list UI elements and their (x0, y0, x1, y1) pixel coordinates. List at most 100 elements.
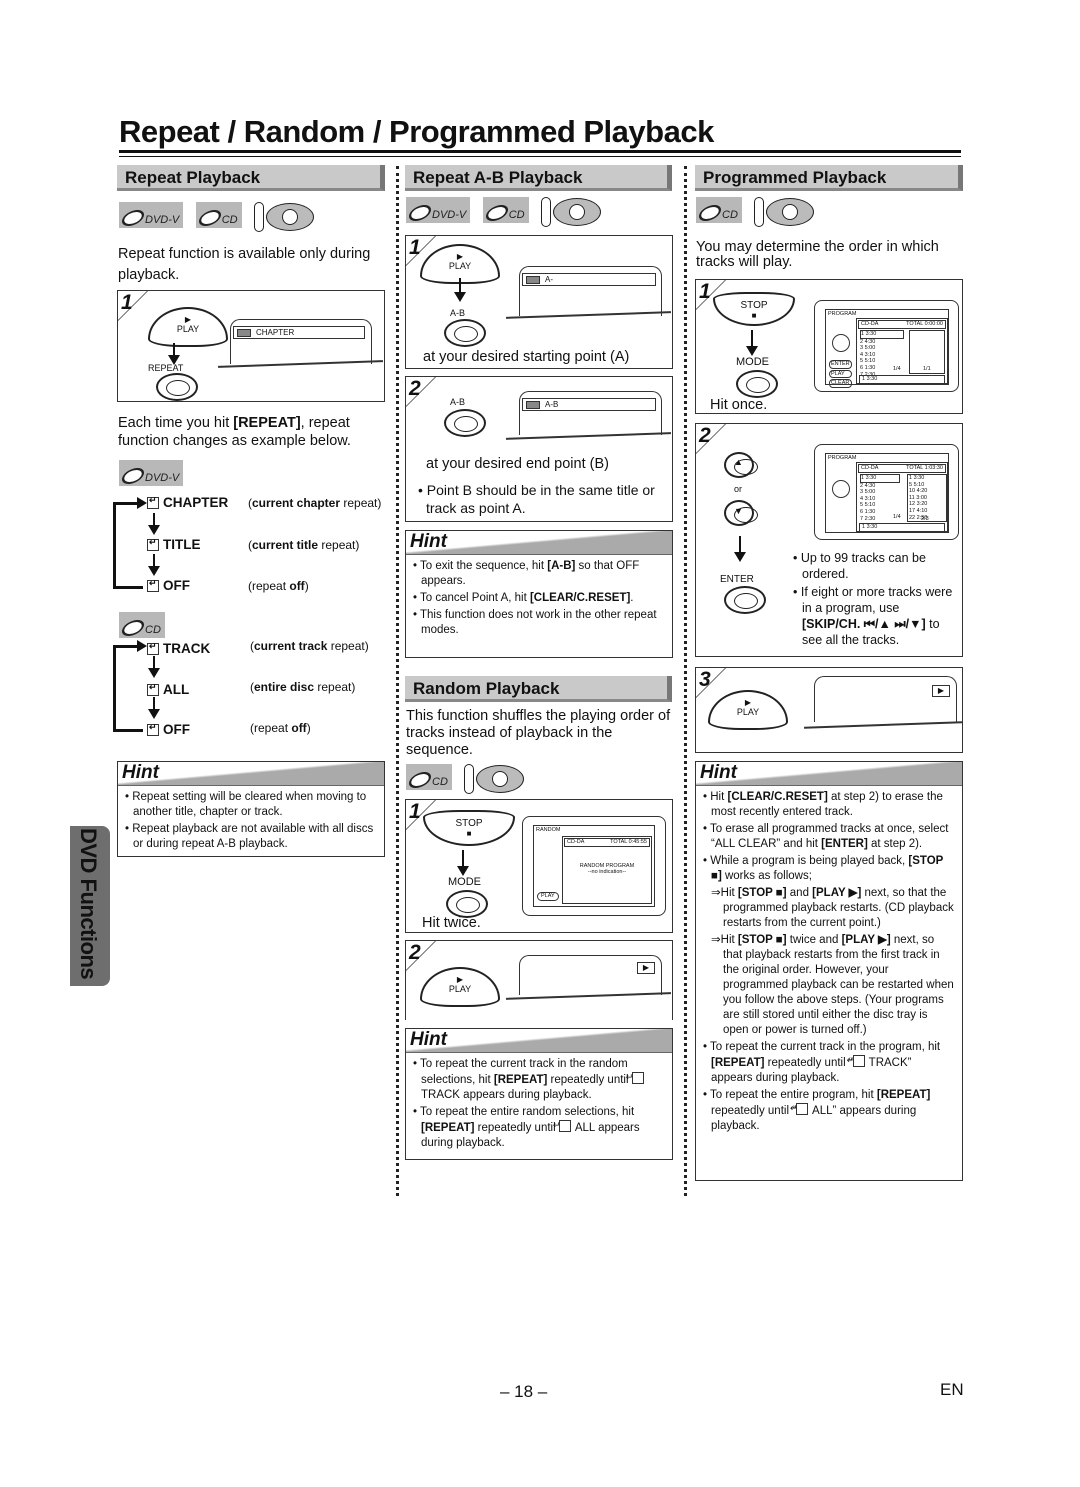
step-caption: Hit once. (710, 397, 768, 413)
step-number: 3 (699, 668, 711, 691)
repeat-explain: Each time you hit [REPEAT], repeat funct… (118, 415, 351, 449)
cycle-item-off: OFF (147, 722, 190, 737)
arrow-right-icon (137, 640, 147, 652)
step-number: 2 (409, 941, 421, 964)
cycle-desc: (repeat off) (248, 579, 309, 593)
play-indicator-icon: ▶ (932, 685, 950, 697)
random-intro: This function shuffles the playing order… (406, 708, 671, 758)
repeat-osd-icon (526, 401, 540, 409)
arrow-down-icon (168, 343, 180, 365)
program-intro: You may determine the order in which tra… (696, 239, 939, 270)
step-caption: at your desired starting point (A) (423, 349, 630, 365)
stop-button[interactable]: STOP ■ (713, 292, 795, 326)
stop-button[interactable]: STOP ■ (423, 810, 515, 846)
mode-button[interactable] (736, 370, 778, 398)
repeat-icon (147, 641, 159, 655)
hint-item: While a program is being played back, [S… (702, 854, 956, 1038)
title-rule (119, 150, 961, 157)
cd-badge: CD (405, 764, 452, 790)
hint-item: Repeat playback are not available with a… (124, 822, 378, 852)
play-button[interactable]: ▶ PLAY (148, 307, 228, 347)
repeat-icon (558, 1120, 571, 1132)
cycle-item-all: ALL (147, 682, 189, 697)
arrow-right-icon (137, 497, 147, 509)
step-caption: at your desired end point (B) (426, 456, 609, 472)
hint-item: To erase all programmed tracks at once, … (702, 822, 956, 852)
cycle-item-track: TRACK (147, 641, 210, 656)
hint-item: To repeat the current track in the progr… (702, 1040, 956, 1086)
program-step-1: 1 STOP ■ MODE Hit once. PROGRAM ENTER PLAY… (666, 279, 963, 414)
remote-icon (754, 197, 815, 227)
tv-screen: ▶ (519, 955, 662, 995)
screen-edge (804, 721, 962, 729)
repeat-osd-icon (237, 329, 251, 337)
repeat-osd-icon (526, 276, 540, 284)
cycle-desc: (current chapter repeat) (248, 496, 382, 510)
cycle-desc: (current title repeat) (248, 538, 360, 552)
disc-badges: CD (405, 764, 525, 794)
cd-badge: CD (195, 202, 242, 228)
repeat-button[interactable] (156, 373, 198, 401)
tv-screen: A-B (519, 391, 662, 435)
hint-subitem: ⇒Hit [STOP ■] twice and [PLAY ▶] next, s… (711, 934, 954, 1036)
disc-icon (195, 210, 225, 226)
tv-screen: RANDOM CD-DA TOTAL 0:45:55 RANDOM PROGRAM… (522, 816, 666, 916)
mode-key-label: MODE (448, 876, 481, 888)
disc-badges: DVD-V CD (405, 197, 602, 227)
disc-badges: CD (695, 197, 815, 227)
step-number: 1 (409, 800, 421, 823)
remote-icon (541, 197, 602, 227)
arrow-down-icon (734, 536, 746, 562)
hint-item: To repeat the entire program, hit [REPEA… (702, 1088, 956, 1134)
arrow-down-icon (148, 697, 160, 719)
step-number: 2 (699, 424, 711, 447)
remote-icon (254, 202, 315, 232)
tv-screen: PROGRAM ENTER PLAY CLEAR CD-DA TOTAL 0:00:0… (814, 300, 959, 392)
tv-screen: ▶ (814, 676, 957, 722)
hint-item: Hit [CLEAR/C.RESET] at step 2) to erase … (702, 790, 956, 820)
ab-button[interactable] (444, 319, 486, 347)
osd-bar: A-B (522, 398, 656, 411)
step-number: 1 (409, 236, 421, 259)
repeat-icon (147, 495, 159, 509)
program-step-3: 3 ▶ PLAY ▶ (666, 667, 963, 753)
step-number: 1 (699, 280, 711, 303)
cursor-pad-icon (832, 480, 850, 498)
play-osd-button: PLAY (537, 892, 559, 901)
side-tab: DVD Functions (70, 826, 110, 986)
dvd-video-badge: DVD-V (118, 460, 184, 486)
repeat-icon (147, 578, 159, 592)
cycle-loop-line (113, 502, 116, 588)
cycle-desc: (current track repeat) (250, 639, 369, 653)
program-osd: PROGRAM ENTER PLAY CLEAR CD-DA TOTAL 0:00:0… (825, 309, 949, 388)
enter-button[interactable] (724, 586, 766, 614)
cycle-desc: (entire disc repeat) (250, 680, 356, 694)
hint-title: Hint (700, 762, 737, 783)
repeat-icon (796, 1103, 809, 1115)
disc-icon (118, 468, 148, 484)
arrow-down-icon (148, 513, 160, 535)
hint-subitem: ⇒Hit [STOP ■] and [PLAY ▶] next, so that… (711, 887, 954, 929)
random-osd: RANDOM CD-DA TOTAL 0:45:55 RANDOM PROGRAM… (533, 825, 655, 907)
cd-badge: CD (482, 197, 529, 223)
repeat-step-1: 1 ▶ PLAY REPEAT CHAPTER (88, 290, 385, 402)
hint-title: Hint (122, 762, 159, 783)
play-indicator-icon: ▶ (637, 962, 655, 974)
hint-box-program: Hint Hit [CLEAR/C.RESET] at step 2) to e… (695, 761, 963, 1181)
cycle-desc: (repeat off) (250, 721, 311, 735)
play-button[interactable]: ▶ PLAY (708, 690, 788, 730)
disc-icon (405, 772, 435, 788)
arrow-down-icon (746, 330, 758, 356)
arrow-down-icon (148, 656, 160, 678)
arrow-down-icon (148, 554, 160, 576)
play-button[interactable]: ▶ PLAY (420, 967, 500, 1007)
page-number: – 18 – (500, 1382, 548, 1401)
cd-badge: CD (695, 197, 742, 223)
cycle-item-chapter: CHAPTER (147, 495, 228, 510)
step-number: 1 (121, 291, 133, 314)
hint-item: To repeat the entire random selections, … (412, 1105, 666, 1151)
dvd-video-badge: DVD-V (405, 197, 471, 223)
disc-icon (118, 210, 148, 226)
ab-button[interactable] (444, 409, 486, 437)
repeat-icon (147, 722, 159, 736)
